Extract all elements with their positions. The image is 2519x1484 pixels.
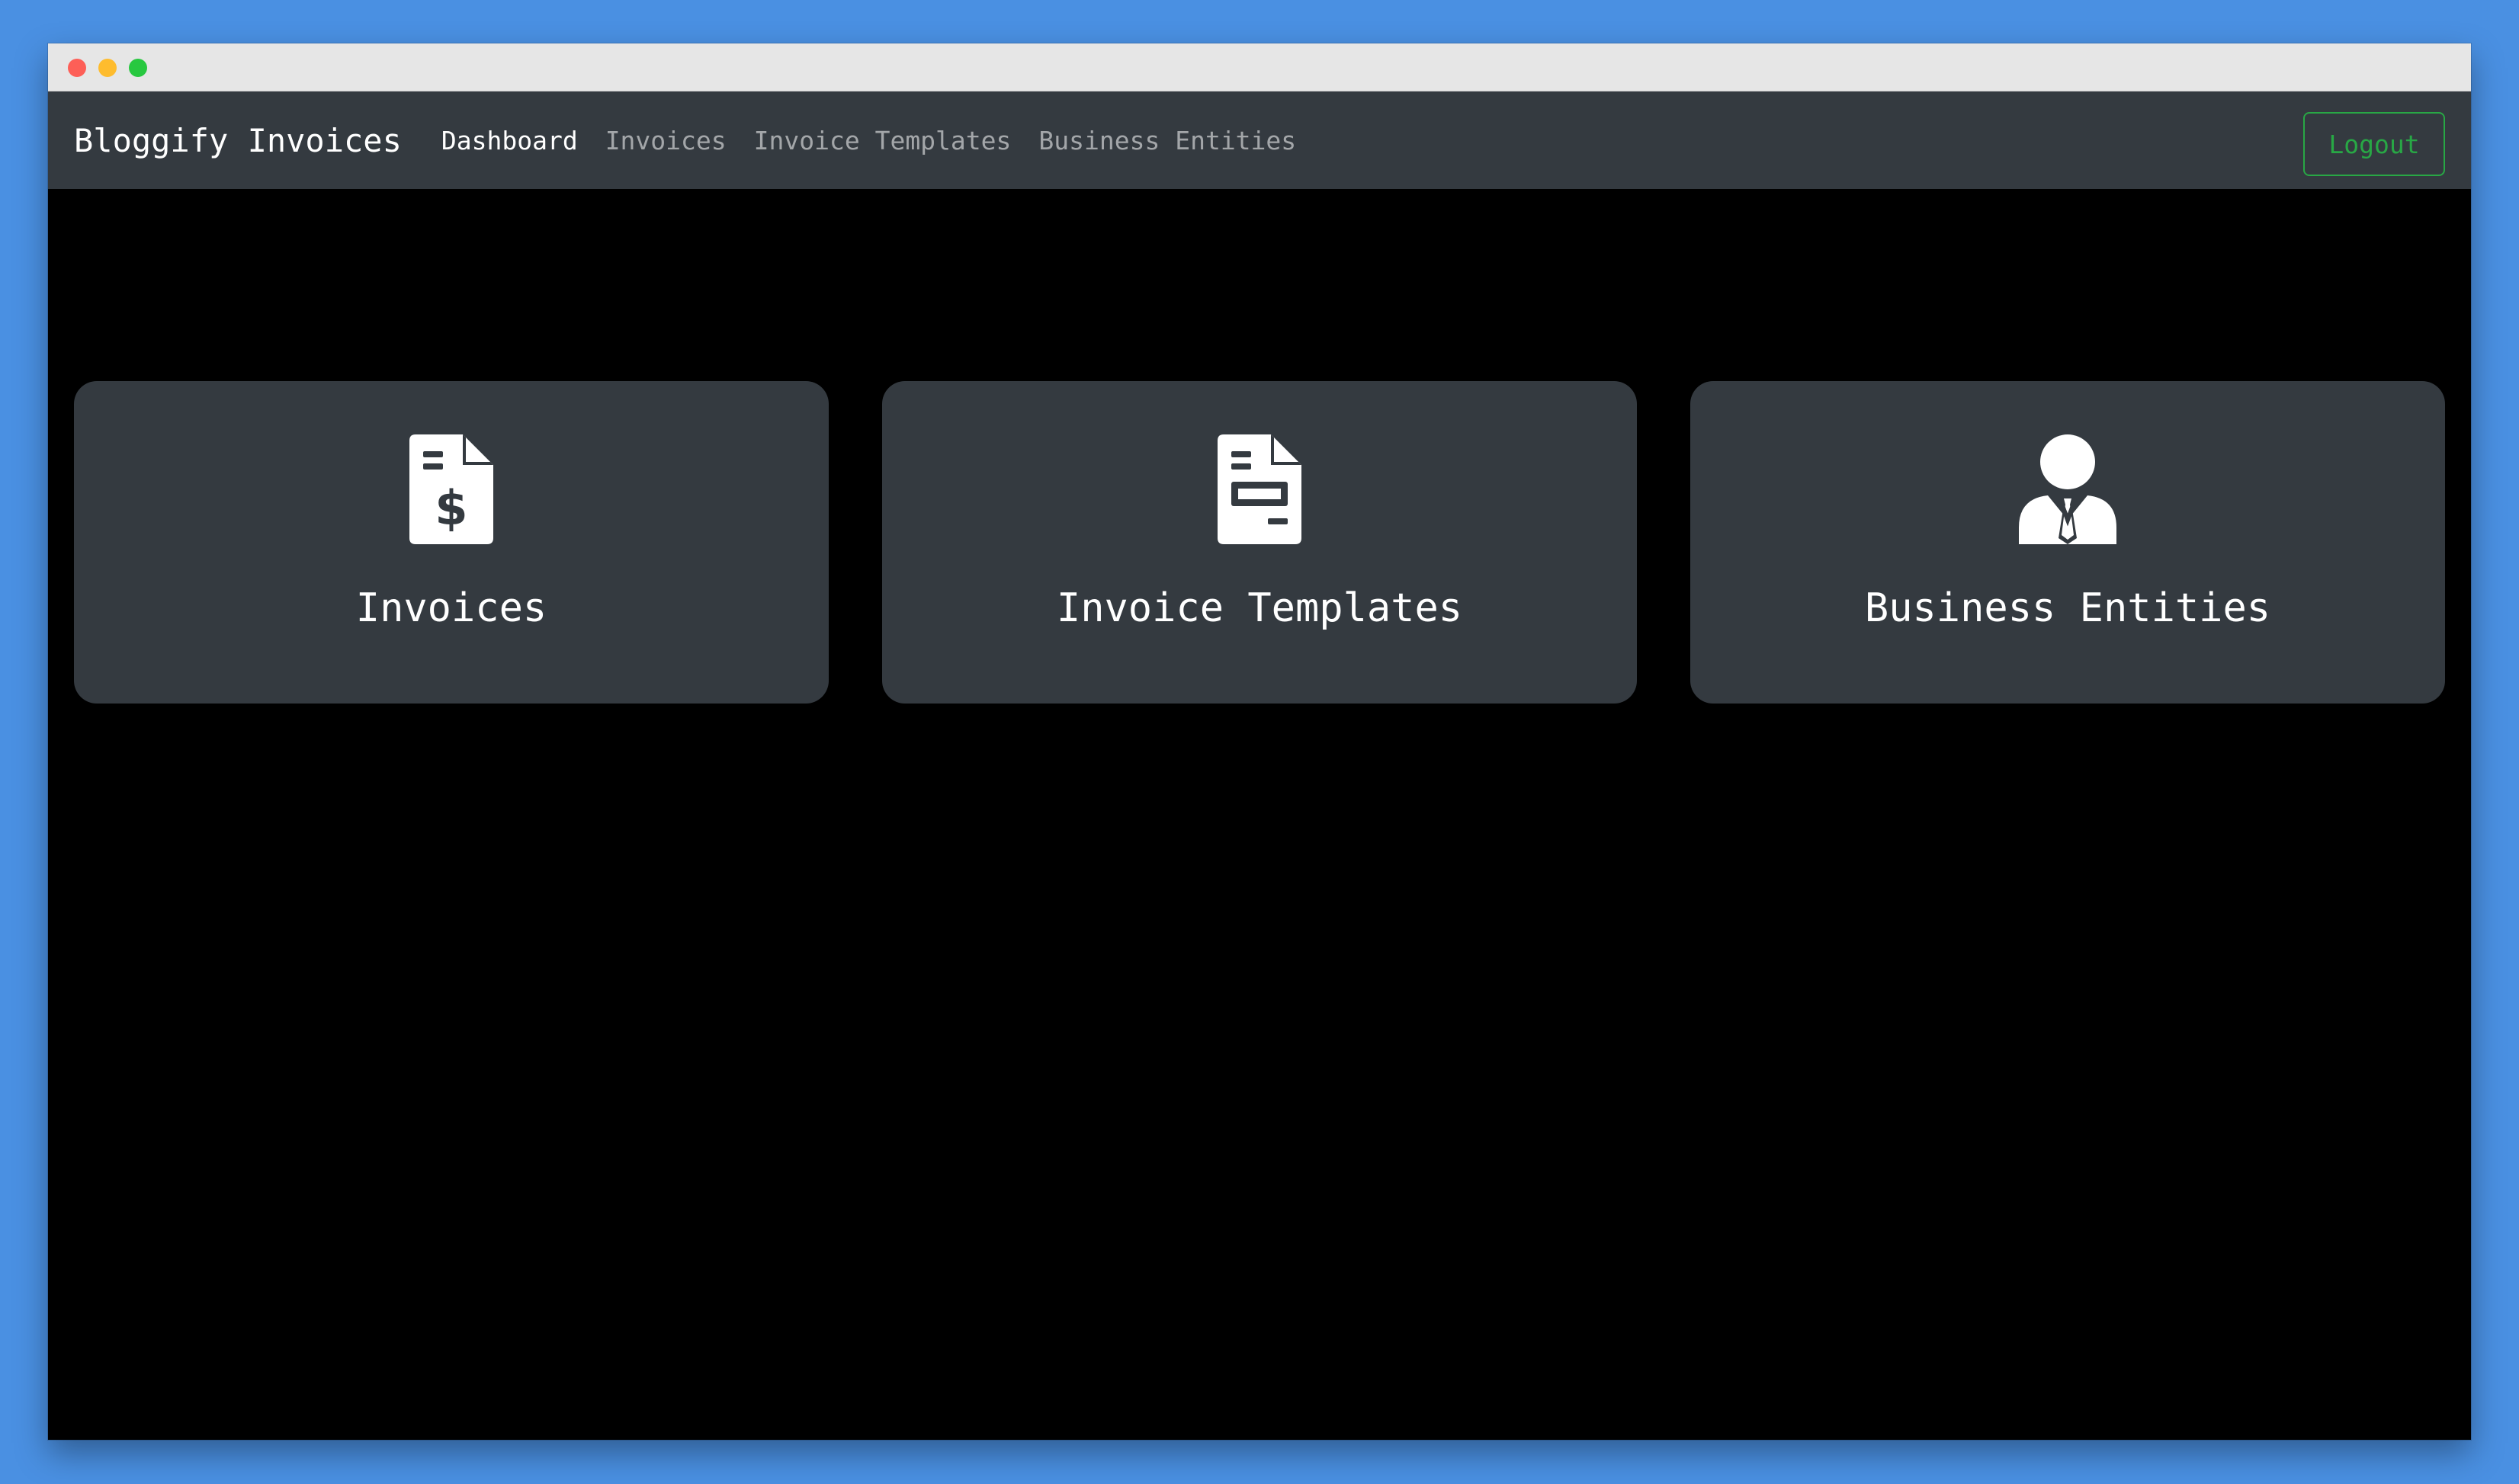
user-tie-icon (2014, 434, 2121, 544)
svg-text:$: $ (435, 480, 467, 536)
minimize-window-button[interactable] (98, 59, 117, 77)
nav-link-invoices[interactable]: Invoices (605, 126, 727, 155)
brand-link[interactable]: Bloggify Invoices (74, 122, 402, 159)
file-invoice-dollar-icon: $ (398, 434, 505, 544)
nav-link-invoice-templates[interactable]: Invoice Templates (754, 126, 1012, 155)
invoice-templates-card[interactable]: Invoice Templates (882, 381, 1637, 704)
close-window-button[interactable] (68, 59, 86, 77)
browser-window: Bloggify Invoices Dashboard Invoices Inv… (48, 43, 2471, 1440)
business-entities-card[interactable]: Business Entities (1690, 381, 2445, 704)
invoice-templates-card-title: Invoice Templates (1056, 585, 1463, 631)
zoom-window-button[interactable] (129, 59, 147, 77)
dashboard-cards: $ Invoices Invoice Templates Business En… (74, 381, 2445, 704)
nav-link-dashboard[interactable]: Dashboard (441, 126, 578, 155)
nav-links: Dashboard Invoices Invoice Templates Bus… (441, 126, 1324, 155)
invoices-card[interactable]: $ Invoices (74, 381, 829, 704)
invoices-card-title: Invoices (355, 585, 547, 631)
nav-link-business-entities[interactable]: Business Entities (1038, 126, 1296, 155)
business-entities-card-title: Business Entities (1864, 585, 2271, 631)
logout-button[interactable]: Logout (2303, 112, 2445, 176)
window-titlebar (48, 43, 2471, 91)
file-invoice-icon (1206, 434, 1313, 544)
top-navbar: Bloggify Invoices Dashboard Invoices Inv… (48, 91, 2471, 189)
